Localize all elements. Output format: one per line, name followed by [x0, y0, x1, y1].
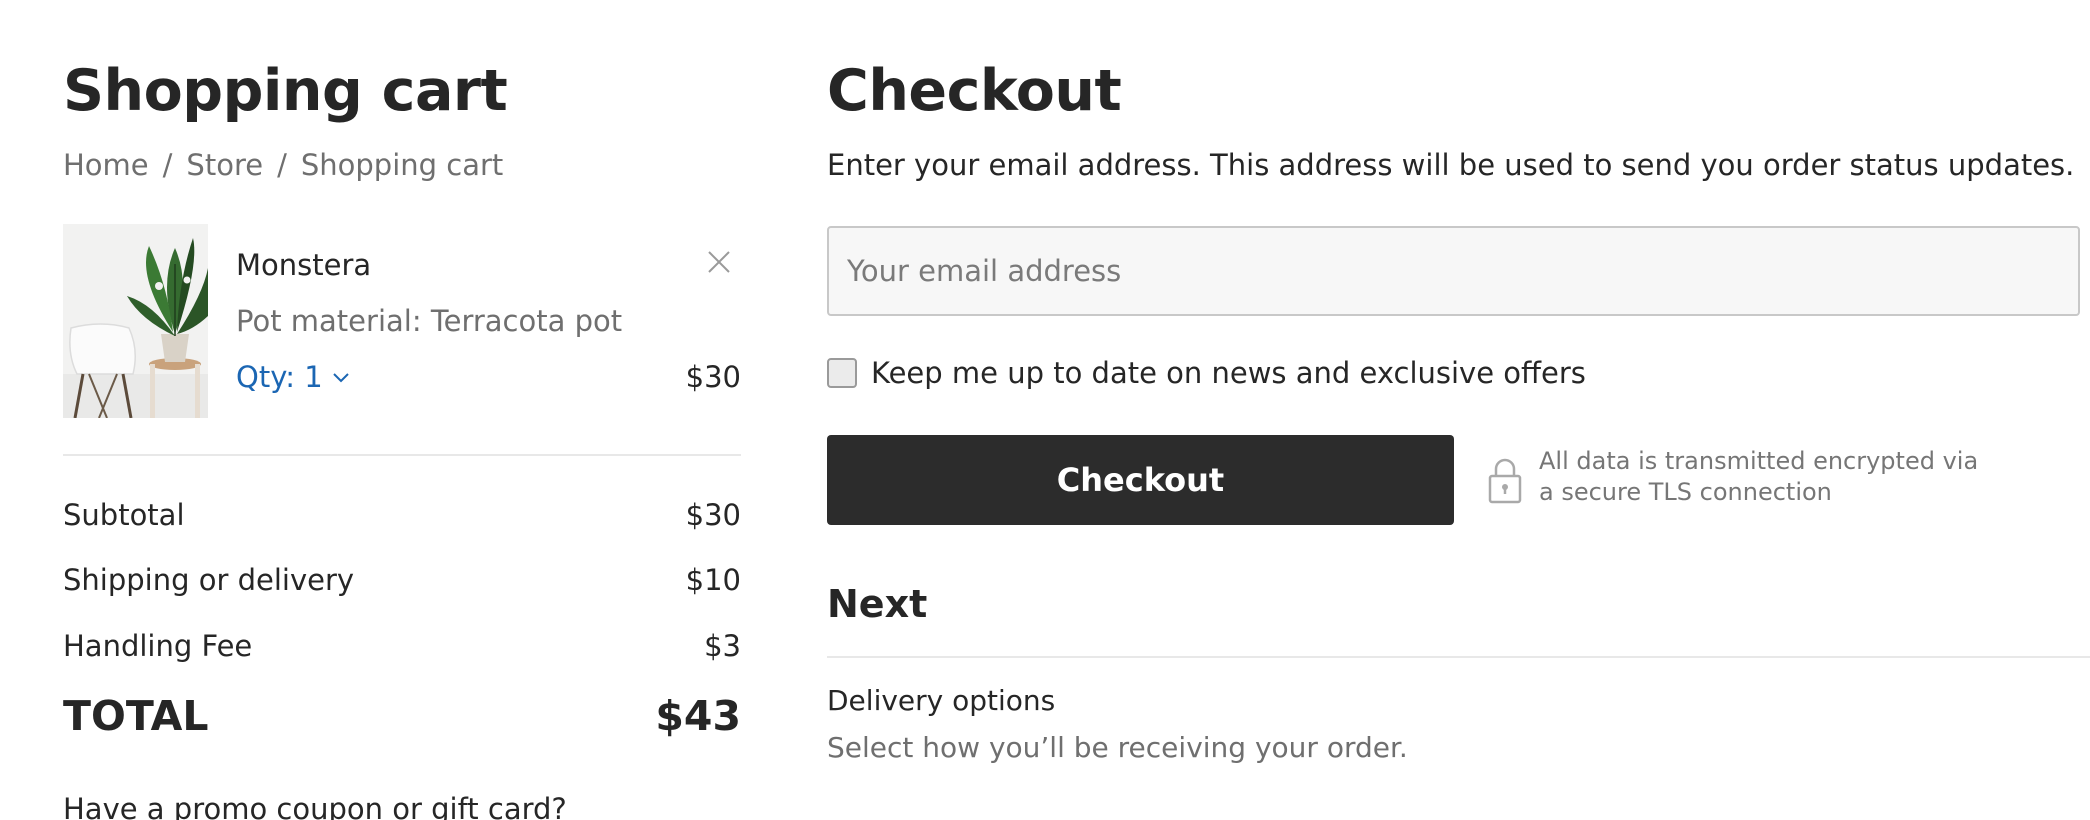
newsletter-checkbox[interactable]: [827, 358, 857, 388]
email-field[interactable]: [827, 226, 2080, 316]
breadcrumb-separator: /: [277, 148, 287, 182]
newsletter-label: Keep me up to date on news and exclusive…: [871, 356, 1586, 390]
lock-icon: [1488, 458, 1522, 504]
breadcrumb-current: Shopping cart: [300, 148, 504, 182]
cart-item: Monstera Pot material: Terracota pot Qty…: [63, 224, 741, 418]
secure-text: All data is transmitted encrypted via a …: [1539, 446, 2039, 508]
item-price: $30: [685, 360, 741, 394]
breadcrumb-store[interactable]: Store: [186, 148, 263, 182]
page: Shopping cart Home / Store / Shopping cart: [0, 0, 2090, 820]
subtotal-label: Subtotal: [63, 498, 185, 532]
promo-code-link[interactable]: Have a promo coupon or gift card?: [63, 792, 567, 820]
shipping-label: Shipping or delivery: [63, 563, 355, 597]
shipping-value: $10: [685, 563, 741, 597]
secure-text-line: a secure TLS connection: [1539, 478, 1832, 506]
monstera-plant-photo: [63, 224, 208, 418]
checkout-description: Enter your email address. This address w…: [827, 148, 2075, 182]
total-label: TOTAL: [63, 692, 209, 740]
divider: [827, 656, 2090, 658]
breadcrumb-separator: /: [162, 148, 173, 182]
breadcrumb-home[interactable]: Home: [63, 148, 149, 182]
item-option: Pot material: Terracota pot: [236, 304, 623, 338]
cart-title: Shopping cart: [63, 58, 508, 124]
handling-fee-value: $3: [704, 629, 741, 663]
item-name[interactable]: Monstera: [236, 248, 371, 282]
divider: [63, 454, 741, 456]
delivery-options-description: Select how you’ll be receiving your orde…: [827, 731, 1408, 764]
quantity-dropdown[interactable]: Qty: 1: [236, 360, 351, 394]
close-icon[interactable]: [705, 248, 733, 276]
checkout-button[interactable]: Checkout: [827, 435, 1454, 525]
total-value: $43: [655, 692, 741, 740]
chevron-down-icon: [332, 373, 349, 383]
subtotal-value: $30: [685, 498, 741, 532]
breadcrumb: Home / Store / Shopping cart: [63, 148, 503, 182]
handling-fee-label: Handling Fee: [63, 629, 253, 663]
next-section-title: Next: [827, 582, 928, 626]
newsletter-option[interactable]: Keep me up to date on news and exclusive…: [827, 356, 1586, 390]
checkout-title: Checkout: [827, 58, 1122, 124]
secure-notice: All data is transmitted encrypted via a …: [1487, 446, 2039, 508]
product-image[interactable]: [63, 224, 208, 418]
quantity-label: Qty: 1: [236, 360, 323, 394]
delivery-options-title: Delivery options: [827, 684, 1056, 717]
secure-text-line: All data is transmitted encrypted via: [1539, 447, 1979, 475]
